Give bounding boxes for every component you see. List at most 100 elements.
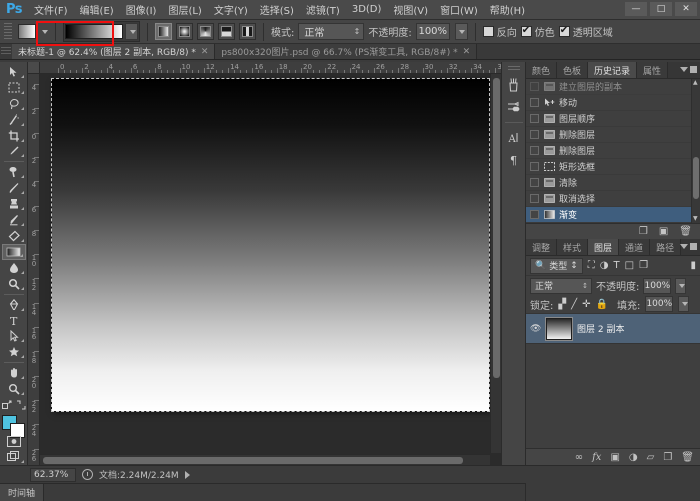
history-state-row[interactable]: 删除图层: [526, 127, 700, 143]
history-snapshot-checkbox[interactable]: [530, 210, 539, 219]
new-fill-adjustment-layer-icon[interactable]: ◑: [629, 452, 638, 463]
brush-panel-icon[interactable]: [504, 75, 524, 95]
opacity-chevron-down-icon[interactable]: [454, 23, 468, 40]
spot-healing-brush-tool[interactable]: [2, 164, 26, 180]
filter-adjustment-icon[interactable]: ◑: [600, 260, 609, 271]
menu-item-window[interactable]: 窗口(W): [434, 0, 484, 20]
eraser-tool[interactable]: [2, 228, 26, 244]
reverse-checkbox-group[interactable]: 反向: [482, 24, 517, 39]
history-state-row[interactable]: 渐变: [526, 207, 700, 223]
layer-fill-input[interactable]: 100%: [645, 296, 674, 312]
history-state-row[interactable]: 移动: [526, 95, 700, 111]
close-icon[interactable]: ✕: [201, 47, 209, 57]
brush-tool[interactable]: [2, 180, 26, 196]
lock-transparent-pixels-icon[interactable]: ▞: [558, 299, 566, 310]
screen-mode-button[interactable]: [2, 449, 26, 465]
tab-layers[interactable]: 图层: [588, 239, 620, 255]
menu-item-layer[interactable]: 图层(L): [162, 0, 207, 20]
clone-stamp-tool[interactable]: [2, 196, 26, 212]
eyedropper-tool[interactable]: [2, 144, 26, 160]
layer-blend-mode-select[interactable]: 正常: [530, 277, 592, 294]
hand-tool[interactable]: [2, 365, 26, 381]
character-panel-icon[interactable]: A: [504, 128, 524, 148]
menu-item-image[interactable]: 图像(I): [120, 0, 163, 20]
tab-history[interactable]: 历史记录: [588, 62, 638, 78]
history-state-row[interactable]: 建立图层的副本: [526, 79, 700, 95]
tab-timeline[interactable]: 时间轴: [0, 484, 45, 501]
diamond-gradient-button[interactable]: [239, 23, 256, 40]
close-button[interactable]: ✕: [674, 1, 698, 17]
tool-preset-picker-icon[interactable]: [18, 24, 36, 39]
panel-menu-button[interactable]: [680, 66, 697, 73]
gradient-tool[interactable]: [1, 243, 26, 261]
history-snapshot-checkbox[interactable]: [530, 178, 539, 187]
scroll-down-icon[interactable]: ▼: [693, 216, 698, 222]
tab-properties[interactable]: 属性: [637, 62, 669, 78]
filter-pixel-icon[interactable]: ⛶: [588, 260, 595, 271]
layer-opacity-input[interactable]: 100%: [643, 277, 672, 294]
gradient-chevron-down-icon[interactable]: [125, 23, 138, 40]
tool-preset-chevron-down-icon[interactable]: [42, 29, 48, 34]
layer-row[interactable]: 👁 图层 2 副本: [526, 314, 700, 344]
linear-gradient-button[interactable]: [155, 23, 172, 40]
options-bar-grip[interactable]: [4, 22, 12, 41]
magic-wand-tool[interactable]: [2, 112, 26, 128]
menu-item-filter[interactable]: 滤镜(T): [300, 0, 346, 20]
gradient-preset-picker[interactable]: [63, 21, 140, 42]
tab-styles[interactable]: 样式: [557, 239, 589, 255]
history-state-row[interactable]: 矩形选框: [526, 159, 700, 175]
create-new-snapshot-icon[interactable]: ▣: [659, 226, 668, 237]
ruler-corner[interactable]: [28, 62, 40, 74]
tab-paths[interactable]: 路径: [650, 239, 682, 255]
filter-shape-icon[interactable]: □: [625, 260, 634, 271]
blend-mode-select[interactable]: 正常: [298, 23, 365, 40]
tab-adjustments[interactable]: 调整: [526, 239, 558, 255]
history-state-row[interactable]: 清除: [526, 175, 700, 191]
layer-visibility-icon[interactable]: 👁: [530, 324, 541, 334]
swap-colors-icon[interactable]: [1, 400, 12, 413]
dodge-tool[interactable]: [2, 276, 26, 292]
canvas-horizontal-scrollbar[interactable]: [40, 454, 490, 465]
history-state-row[interactable]: 删除图层: [526, 143, 700, 159]
history-snapshot-checkbox[interactable]: [530, 146, 539, 155]
scrollbar-thumb[interactable]: [693, 157, 699, 199]
angle-gradient-button[interactable]: [197, 23, 214, 40]
history-snapshot-checkbox[interactable]: [530, 114, 539, 123]
brush-presets-panel-icon[interactable]: [504, 97, 524, 117]
path-selection-tool[interactable]: [2, 328, 26, 344]
history-brush-tool[interactable]: [2, 212, 26, 228]
scrollbar-thumb[interactable]: [43, 457, 463, 464]
tab-color[interactable]: 颜色: [526, 62, 558, 78]
horizontal-ruler[interactable]: 024681012141618202224262830323436: [40, 62, 501, 74]
paragraph-panel-icon[interactable]: ¶: [504, 150, 524, 170]
vertical-ruler[interactable]: 42024681 01 21 41 61 82 02 22 42 62 8: [28, 74, 40, 465]
scrollbar-thumb[interactable]: [493, 78, 500, 378]
menu-item-3d[interactable]: 3D(D): [346, 1, 388, 18]
layer-fill-chevron-down-icon[interactable]: [678, 296, 690, 312]
history-scrollbar[interactable]: ▲ ▼: [691, 79, 700, 223]
dither-checkbox-group[interactable]: 仿色: [520, 24, 555, 39]
scroll-up-icon[interactable]: ▲: [693, 80, 698, 86]
lasso-tool[interactable]: [2, 96, 26, 112]
dock-grip[interactable]: [507, 66, 520, 71]
menu-item-select[interactable]: 选择(S): [254, 0, 300, 20]
history-state-row[interactable]: 取消选择: [526, 191, 700, 207]
filter-type-icon[interactable]: T: [614, 260, 620, 271]
add-layer-mask-icon[interactable]: ▣: [610, 452, 619, 463]
new-layer-icon[interactable]: ❐: [663, 452, 672, 463]
custom-shape-tool[interactable]: [2, 344, 26, 360]
panel-menu-button[interactable]: [680, 243, 697, 250]
filter-smart-object-icon[interactable]: ❐: [639, 260, 648, 271]
lock-image-pixels-icon[interactable]: ╱: [571, 299, 577, 310]
document-canvas[interactable]: [51, 78, 490, 412]
close-icon[interactable]: ✕: [463, 47, 471, 57]
tab-channels[interactable]: 通道: [619, 239, 651, 255]
gradient-preview-swatch[interactable]: [65, 24, 123, 39]
rectangular-marquee-tool[interactable]: [2, 80, 26, 96]
menu-item-type[interactable]: 文字(Y): [208, 0, 254, 20]
history-state-list[interactable]: 建立图层的副本 移动 图层顺序 删除图层 删除图层 矩形选框 清除 取消选择 渐变: [526, 79, 700, 223]
reverse-checkbox[interactable]: [482, 26, 494, 37]
default-colors-icon[interactable]: [16, 400, 26, 413]
history-snapshot-checkbox[interactable]: [530, 130, 539, 139]
document-viewport[interactable]: [40, 74, 501, 465]
